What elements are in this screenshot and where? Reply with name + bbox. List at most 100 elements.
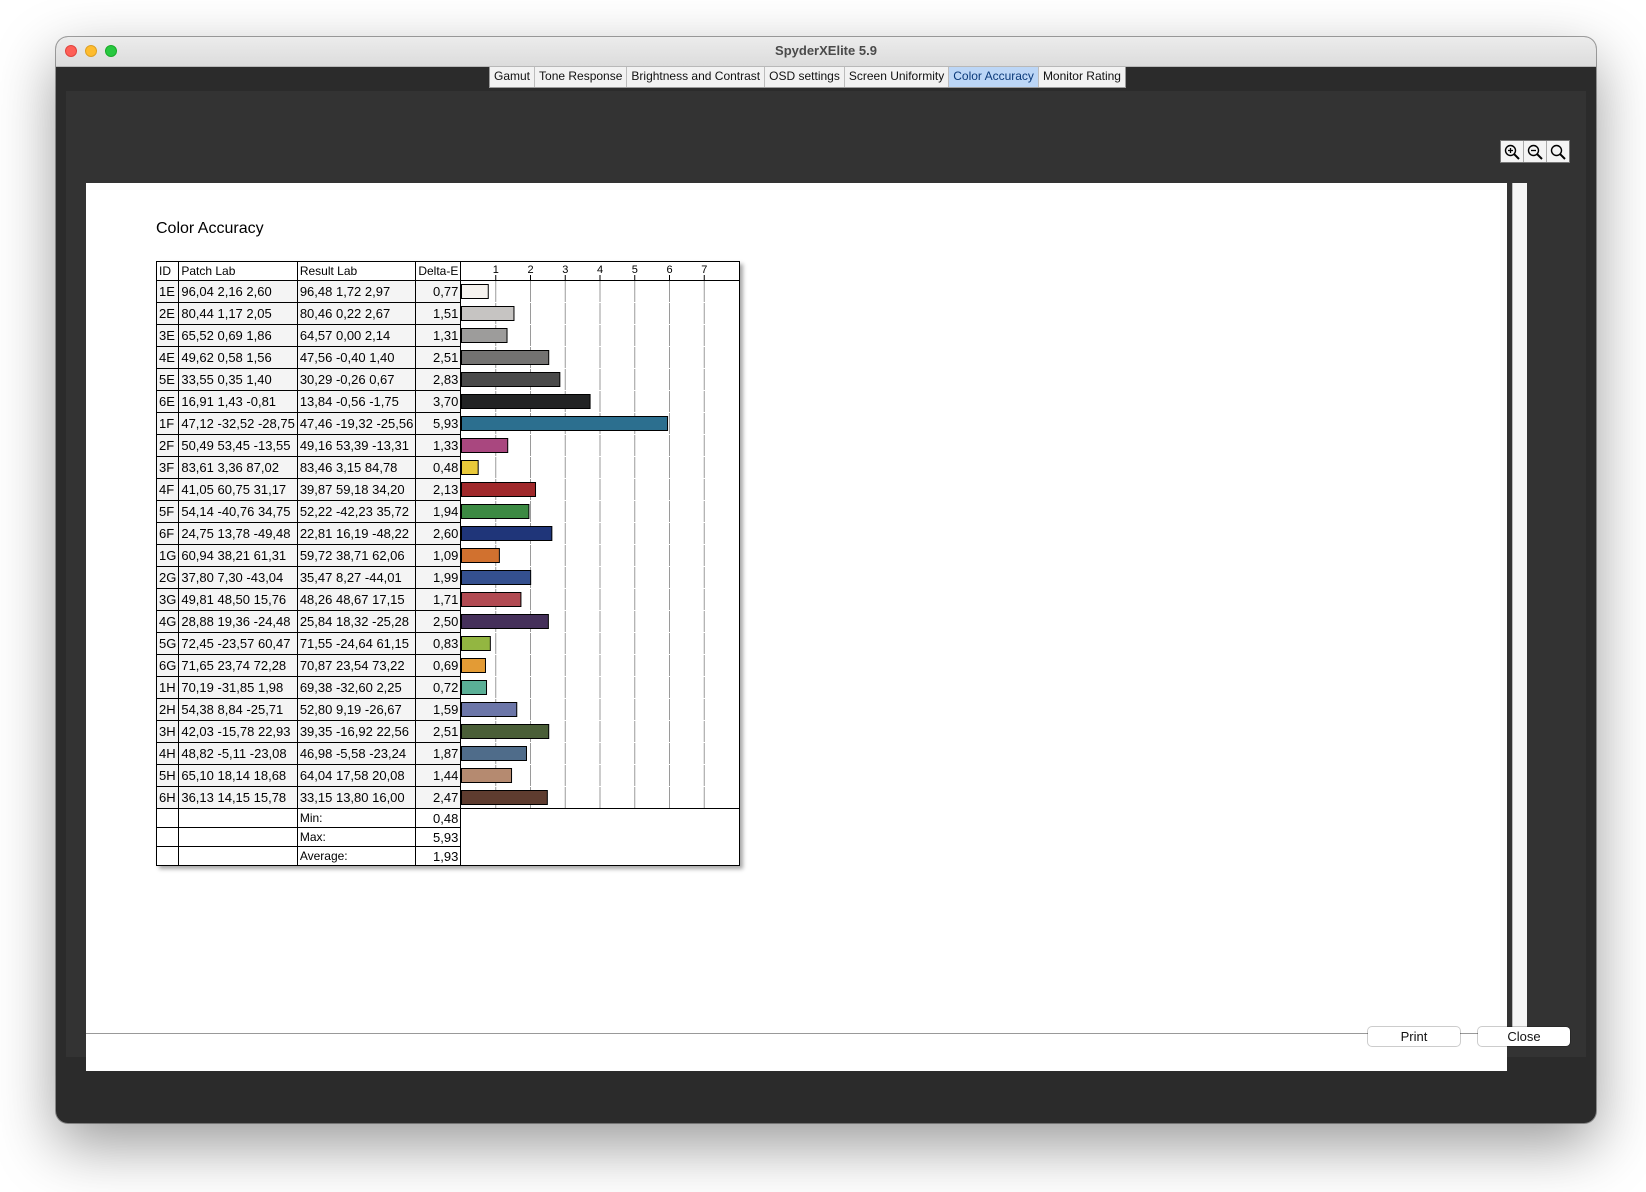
tab-osd-settings[interactable]: OSD settings	[765, 67, 845, 87]
bar-row-svg	[461, 523, 706, 544]
bar-cell	[460, 522, 741, 545]
patch-lab: 60,94 38,21 61,31	[178, 544, 298, 567]
patch-lab: 49,81 48,50 15,76	[178, 588, 298, 611]
result-lab: 47,46 -19,32 -25,56	[296, 412, 417, 435]
title-bar: SpyderXElite 5.9	[56, 37, 1596, 67]
tab-gamut[interactable]: Gamut	[490, 67, 536, 87]
bar-cell	[460, 302, 741, 325]
bar-cell	[460, 500, 741, 523]
result-lab: 35,47 8,27 -44,01	[296, 566, 417, 589]
result-lab: 47,56 -0,40 1,40	[296, 346, 417, 369]
zoom-in-icon	[1504, 144, 1520, 160]
patch-id: 3G	[155, 588, 180, 611]
patch-id: 3F	[155, 456, 180, 479]
bar-cell	[460, 632, 741, 655]
bar-cell	[460, 478, 741, 501]
app-window: SpyderXElite 5.9 Gamut Tone Response Bri…	[56, 37, 1596, 1123]
patch-lab: 96,04 2,16 2,60	[178, 280, 298, 303]
result-lab: 96,48 1,72 2,97	[296, 280, 417, 303]
axis-tick-label: 6	[667, 264, 673, 276]
patch-id: 5F	[155, 500, 180, 523]
zoom-out-icon	[1527, 144, 1543, 160]
axis-tick-label: 1	[493, 264, 499, 276]
patch-id: 2E	[155, 302, 180, 325]
table-row: 3H 42,03 -15,78 22,93 39,35 -16,92 22,56 2,…	[155, 720, 741, 743]
zoom-out-button[interactable]	[1524, 141, 1547, 162]
stat-empty	[460, 846, 741, 866]
table-row: 4G 28,88 19,36 -24,48 25,84 18,32 -25,28 2,…	[155, 610, 741, 633]
tab-color-accuracy[interactable]: Color Accuracy	[949, 67, 1039, 87]
patch-lab: 49,62 0,58 1,56	[178, 346, 298, 369]
patch-id: 6F	[155, 522, 180, 545]
table-row: 6G 71,65 23,74 72,28 70,87 23,54 73,22 0,69	[155, 654, 741, 677]
delta-e-value: 1,71	[415, 588, 462, 611]
bar-row-svg	[461, 501, 706, 522]
patch-id: 4G	[155, 610, 180, 633]
patch-lab: 50,49 53,45 -13,55	[178, 434, 298, 457]
patch-id: 6E	[155, 390, 180, 413]
patch-id: 4F	[155, 478, 180, 501]
bar-cell	[460, 280, 741, 303]
bar-cell	[460, 654, 741, 677]
tab-screen-uniformity[interactable]: Screen Uniformity	[845, 67, 950, 87]
patch-id: 1H	[155, 676, 180, 699]
table-row: 3G 49,81 48,50 15,76 48,26 48,67 17,15 1,71	[155, 588, 741, 611]
patch-lab: 54,38 8,84 -25,71	[178, 698, 298, 721]
tab-brightness-contrast[interactable]: Brightness and Contrast	[627, 67, 766, 87]
tab-monitor-rating[interactable]: Monitor Rating	[1039, 67, 1125, 87]
color-accuracy-table-wrap: ID Patch Lab Result Lab Delta-E 1234567 …	[155, 261, 741, 866]
table-row: 2F 50,49 53,45 -13,55 49,16 53,39 -13,31 1,…	[155, 434, 741, 457]
stat-empty	[460, 808, 741, 828]
vertical-scrollbar[interactable]	[1512, 183, 1527, 1033]
zoom-fit-button[interactable]	[1547, 141, 1569, 162]
report-page: Color Accuracy ID Patch Lab Result Lab D…	[86, 183, 1527, 1071]
stat-empty	[178, 846, 298, 866]
zoom-fit-icon	[1550, 144, 1566, 160]
delta-e-value: 1,99	[415, 566, 462, 589]
patch-id: 5E	[155, 368, 180, 391]
table-row: 3F 83,61 3,36 87,02 83,46 3,15 84,78 0,48	[155, 456, 741, 479]
patch-id: 6H	[155, 786, 180, 809]
delta-e-bar	[461, 306, 515, 321]
close-button[interactable]: Close	[1478, 1027, 1570, 1046]
print-button[interactable]: Print	[1368, 1027, 1460, 1046]
bar-cell	[460, 368, 741, 391]
stat-average-value: 1,93	[415, 846, 462, 866]
table-row: 1E 96,04 2,16 2,60 96,48 1,72 2,97 0,77	[155, 280, 741, 303]
bar-cell	[460, 786, 741, 809]
delta-e-value: 0,77	[415, 280, 462, 303]
bar-row-svg	[461, 589, 706, 610]
delta-e-bar	[461, 658, 487, 673]
patch-lab: 41,05 60,75 31,17	[178, 478, 298, 501]
bar-row-svg	[461, 435, 706, 456]
delta-e-bar	[461, 768, 513, 783]
delta-e-bar	[461, 482, 537, 497]
result-lab: 33,15 13,80 16,00	[296, 786, 417, 809]
zoom-in-button[interactable]	[1501, 141, 1524, 162]
patch-lab: 16,91 1,43 -0,81	[178, 390, 298, 413]
table-row: 5G 72,45 -23,57 60,47 71,55 -24,64 61,15 0,…	[155, 632, 741, 655]
result-lab: 49,16 53,39 -13,31	[296, 434, 417, 457]
tab-bar: Gamut Tone Response Brightness and Contr…	[489, 67, 1126, 88]
header-id: ID	[155, 261, 180, 281]
patch-lab: 71,65 23,74 72,28	[178, 654, 298, 677]
bar-row-svg	[461, 721, 706, 742]
patch-lab: 65,10 18,14 18,68	[178, 764, 298, 787]
result-lab: 48,26 48,67 17,15	[296, 588, 417, 611]
stat-empty	[178, 827, 298, 847]
result-lab: 22,81 16,19 -48,22	[296, 522, 417, 545]
patch-id: 1E	[155, 280, 180, 303]
delta-e-bar	[461, 372, 561, 387]
tab-tone-response[interactable]: Tone Response	[535, 67, 628, 87]
bar-row-svg	[461, 765, 706, 786]
patch-id: 3E	[155, 324, 180, 347]
patch-id: 5H	[155, 764, 180, 787]
bar-row-svg	[461, 567, 706, 588]
delta-e-value: 2,50	[415, 610, 462, 633]
bar-cell	[460, 676, 741, 699]
result-lab: 30,29 -0,26 0,67	[296, 368, 417, 391]
bar-row-svg	[461, 413, 706, 434]
patch-lab: 83,61 3,36 87,02	[178, 456, 298, 479]
patch-id: 3H	[155, 720, 180, 743]
delta-e-bar	[461, 460, 480, 475]
